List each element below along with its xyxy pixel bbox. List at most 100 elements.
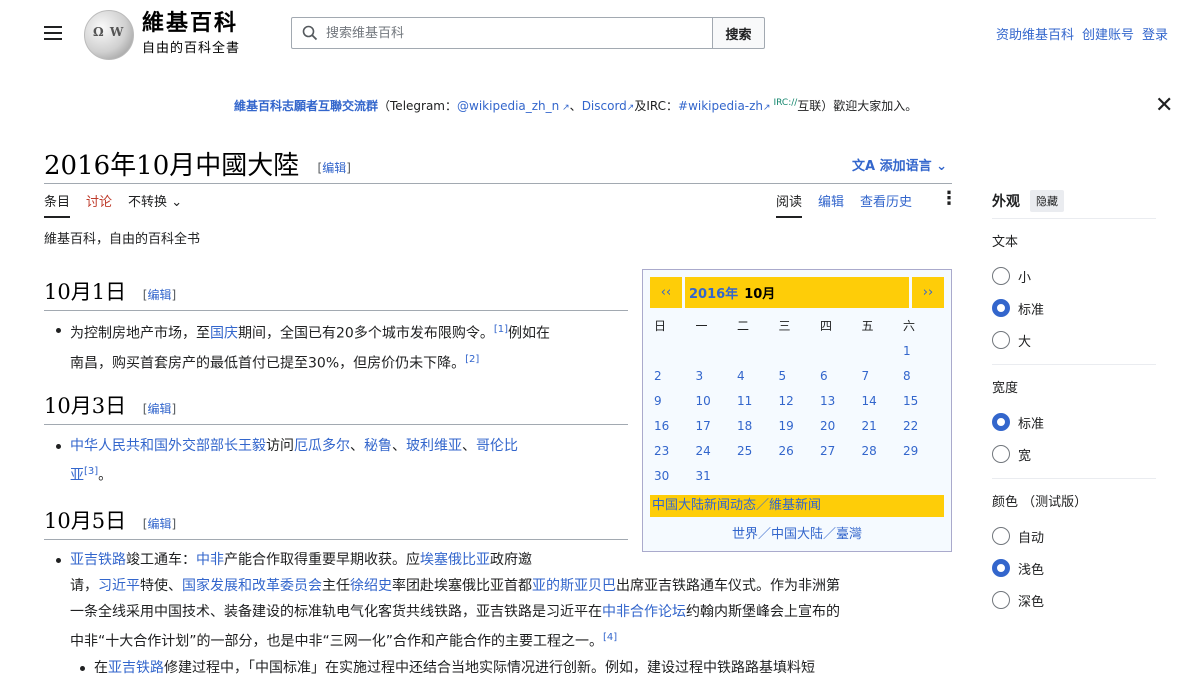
calendar-day-link[interactable]: 19 <box>775 414 817 439</box>
radio-button[interactable] <box>992 413 1010 431</box>
edit-title-link[interactable]: 编辑 <box>322 161 346 175</box>
ethiopia-link[interactable]: 埃塞俄比亚 <box>420 552 490 568</box>
xi-jinping-link[interactable]: 习近平 <box>98 578 140 594</box>
notice-lead-link[interactable]: 維基百科志願者互聯交流群 <box>234 99 378 113</box>
color-option[interactable]: 自动 <box>992 520 1156 552</box>
reference-link[interactable]: [3] <box>84 466 98 477</box>
reference-link[interactable]: [1] <box>494 324 508 335</box>
donate-link[interactable]: 资助维基百科 <box>996 24 1074 43</box>
calendar-day-link[interactable]: 28 <box>858 439 900 464</box>
add-languages-button[interactable]: 文A 添加语言 ⌄ <box>852 155 947 174</box>
calendar-day-link[interactable]: 26 <box>775 439 817 464</box>
search-button[interactable]: 搜索 <box>713 17 765 49</box>
calendar-day-link[interactable]: 7 <box>858 364 900 389</box>
calendar-day-link[interactable]: 24 <box>692 439 734 464</box>
discord-link[interactable]: Discord <box>582 99 627 113</box>
search-input[interactable] <box>326 25 686 41</box>
search-field[interactable] <box>291 17 713 49</box>
hide-button[interactable]: 隐藏 <box>1030 190 1064 212</box>
calendar-day-link[interactable]: 31 <box>692 464 734 489</box>
addis-ababa-link[interactable]: 亚的斯亚贝巴 <box>532 578 616 594</box>
calendar-day-link[interactable]: 21 <box>858 414 900 439</box>
telegram-link[interactable]: @wikipedia_zh_n <box>457 99 559 113</box>
china-africa-link[interactable]: 中非 <box>196 552 224 568</box>
create-account-link[interactable]: 创建账号 <box>1082 24 1134 43</box>
colombia-link[interactable]: 哥伦比 <box>476 438 518 454</box>
color-option[interactable]: 浅色 <box>992 552 1156 584</box>
tab-edit[interactable]: 编辑 <box>818 191 844 218</box>
addis-djibouti-railway-link[interactable]: 亚吉铁路 <box>70 552 126 568</box>
width-option[interactable]: 标准 <box>992 406 1156 438</box>
calendar-day-link[interactable]: 6 <box>816 364 858 389</box>
tab-history[interactable]: 查看历史 <box>860 191 912 218</box>
wikipedia-logo[interactable] <box>84 10 134 60</box>
calendar-day-link[interactable]: 1 <box>899 339 941 364</box>
site-wordmark[interactable]: 維基百科 自由的百科全書 <box>142 10 240 56</box>
reference-link[interactable]: [4] <box>603 632 617 643</box>
calendar-day-link[interactable]: 10 <box>692 389 734 414</box>
calendar-day-link[interactable]: 22 <box>899 414 941 439</box>
radio-button[interactable] <box>992 299 1010 317</box>
text-size-option[interactable]: 标准 <box>992 292 1156 324</box>
calendar-day-link[interactable]: 13 <box>816 389 858 414</box>
guoqing-link[interactable]: 国庆 <box>210 326 238 342</box>
width-option[interactable]: 宽 <box>992 438 1156 470</box>
color-option[interactable]: 深色 <box>992 584 1156 616</box>
calendar-day-link[interactable]: 25 <box>733 439 775 464</box>
bolivia-link[interactable]: 玻利维亚 <box>406 438 462 454</box>
radio-button[interactable] <box>992 591 1010 609</box>
radio-button[interactable] <box>992 559 1010 577</box>
calendar-day-link[interactable]: 16 <box>650 414 692 439</box>
calendar-day-link[interactable]: 27 <box>816 439 858 464</box>
irc-link[interactable]: #wikipedia-zh <box>678 99 763 113</box>
radio-button[interactable] <box>992 445 1010 463</box>
calendar-day-link[interactable]: 9 <box>650 389 692 414</box>
mfa-link[interactable]: 中华人民共和国外交部部长 <box>70 438 238 454</box>
close-icon[interactable]: ✕ <box>1155 95 1173 117</box>
calendar-day-link[interactable]: 23 <box>650 439 692 464</box>
main-menu-icon[interactable] <box>44 26 62 40</box>
edit-section-link[interactable]: 编辑 <box>147 402 171 416</box>
calendar-day-link[interactable]: 14 <box>858 389 900 414</box>
calendar-day-link[interactable]: 20 <box>816 414 858 439</box>
tab-read[interactable]: 阅读 <box>776 191 803 218</box>
calendar-day-link[interactable]: 18 <box>733 414 775 439</box>
text-size-option[interactable]: 大 <box>992 324 1156 356</box>
text-size-option[interactable]: 小 <box>992 260 1156 292</box>
year-link[interactable]: 2016年 <box>689 283 738 302</box>
calendar-day-link[interactable]: 5 <box>775 364 817 389</box>
ecuador-link[interactable]: 厄瓜多尔 <box>294 438 350 454</box>
addis-djibouti-railway-link[interactable]: 亚吉铁路 <box>108 660 164 675</box>
calendar-day-link[interactable]: 15 <box>899 389 941 414</box>
calendar-day-link[interactable]: 11 <box>733 389 775 414</box>
focac-link[interactable]: 中非合作论坛 <box>602 604 686 620</box>
radio-button[interactable] <box>992 267 1010 285</box>
region-links[interactable]: 世界／中国大陆／臺灣 <box>650 523 944 542</box>
variant-dropdown[interactable]: 不转换 ⌄ <box>128 191 182 218</box>
tab-article[interactable]: 条目 <box>44 191 71 218</box>
peru-link[interactable]: 秘鲁 <box>364 438 392 454</box>
xu-shaoshi-link[interactable]: 徐绍史 <box>350 578 392 594</box>
login-link[interactable]: 登录 <box>1142 24 1168 43</box>
next-month-link[interactable]: ›› <box>912 277 944 308</box>
edit-section-link[interactable]: 编辑 <box>147 517 171 531</box>
calendar-day-link[interactable]: 12 <box>775 389 817 414</box>
calendar-day-link[interactable]: 2 <box>650 364 692 389</box>
radio-button[interactable] <box>992 527 1010 545</box>
calendar-day-link[interactable]: 3 <box>692 364 734 389</box>
edit-section-link[interactable]: 编辑 <box>147 288 171 302</box>
colombia-link[interactable]: 亚 <box>70 468 84 484</box>
calendar-day-link[interactable]: 4 <box>733 364 775 389</box>
calendar-day-link[interactable]: 30 <box>650 464 692 489</box>
calendar-day-link[interactable]: 17 <box>692 414 734 439</box>
wang-yi-link[interactable]: 王毅 <box>238 438 266 454</box>
more-actions-icon[interactable]: ⋮ <box>940 189 958 209</box>
prev-month-link[interactable]: ‹‹ <box>650 277 682 308</box>
reference-link[interactable]: [2] <box>465 354 479 365</box>
ndrc-link[interactable]: 国家发展和改革委员会 <box>182 578 322 594</box>
news-portal-link[interactable]: 中国大陆新闻动态／維基新闻 <box>650 495 944 517</box>
radio-button[interactable] <box>992 331 1010 349</box>
tab-talk[interactable]: 讨论 <box>86 191 112 218</box>
calendar-day-link[interactable]: 8 <box>899 364 941 389</box>
calendar-day-link[interactable]: 29 <box>899 439 941 464</box>
